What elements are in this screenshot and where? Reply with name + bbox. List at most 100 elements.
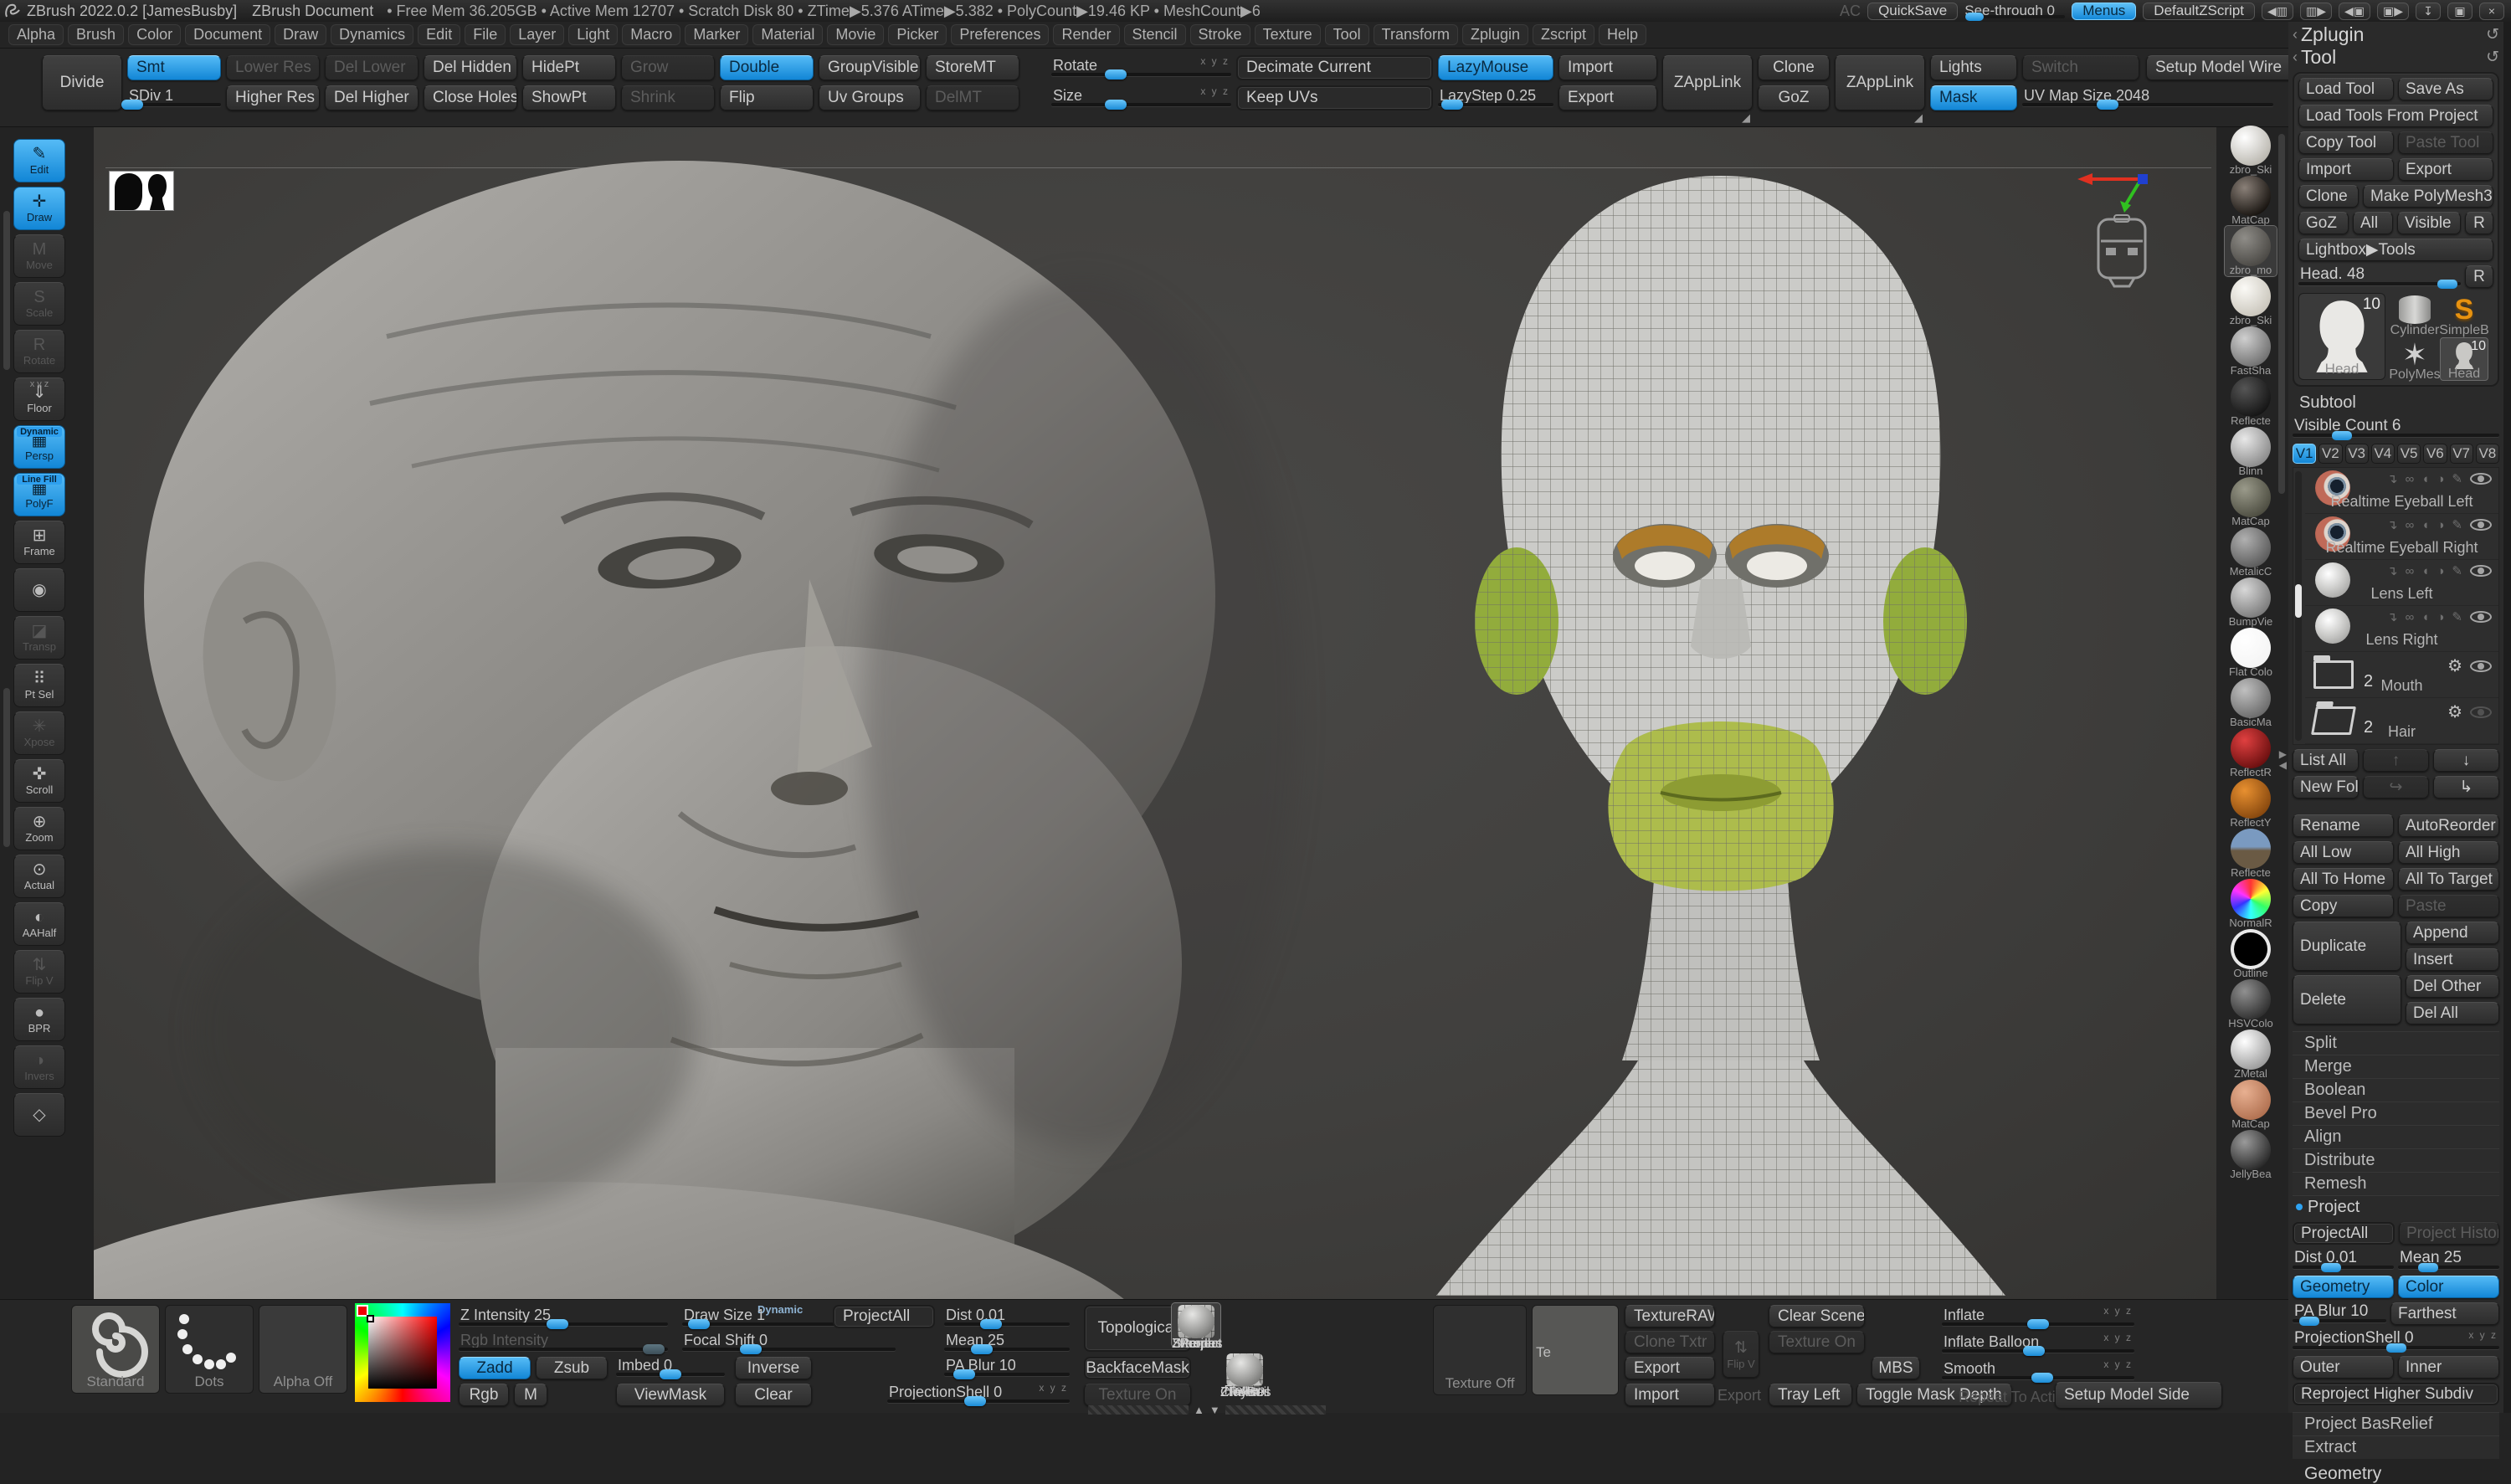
menu-item[interactable]: Material <box>752 24 823 45</box>
folder-gear-icon[interactable]: ⚙ <box>2447 655 2462 676</box>
dock-tool-button[interactable]: ◑ Invers <box>13 1045 65 1089</box>
menu-item[interactable]: Preferences <box>951 24 1049 45</box>
dock-tool-button[interactable]: x y z ⇓ Floor <box>13 377 65 421</box>
size-slider[interactable]: Sizex y z <box>1051 85 1231 110</box>
new-folder-button[interactable]: New Folder <box>2293 776 2359 798</box>
subtool-row[interactable]: ↴ ∞ ◖ ◑ ✎ ⚙ Realtime Eyeball Right <box>2305 514 2498 560</box>
shrink-button[interactable]: Shrink <box>621 85 715 110</box>
material-scrollbar[interactable] <box>2278 134 2285 494</box>
polypaint-brush-icon[interactable]: ✎ <box>2452 517 2462 532</box>
material-scroll-arrows[interactable]: ▶◀ <box>2279 749 2287 771</box>
imbed-slider[interactable]: Imbed 0 <box>616 1355 725 1380</box>
material-swatch[interactable]: MatCap <box>2225 1080 2277 1130</box>
visibility-tab[interactable]: V8 <box>2476 444 2499 464</box>
divide-button[interactable]: Divide <box>42 55 122 110</box>
menu-item[interactable]: Movie <box>827 24 884 45</box>
grow-button[interactable]: Grow <box>621 55 715 80</box>
polypaint-brush-icon[interactable]: ✎ <box>2452 471 2462 486</box>
play-back-icon[interactable]: ◀▥ <box>2262 3 2293 20</box>
dock-tool-button[interactable]: ⊞ Frame <box>13 521 65 564</box>
clone-txtr-button[interactable]: Clone Txtr <box>1625 1331 1715 1353</box>
redo-history-icon[interactable]: ▣▶ <box>2377 3 2409 20</box>
dock-tool-button[interactable]: ◐ AAHalf <box>13 902 65 946</box>
subtool-section-title[interactable]: Subtool <box>2299 393 2499 413</box>
tool-slot-cylinder[interactable]: Cylinder <box>2390 293 2439 336</box>
brush-slot[interactable]: Inflat <box>1220 1352 1269 1395</box>
scroll-down-icon[interactable]: ▼ <box>1209 1404 1220 1416</box>
brush-slot[interactable]: Morph <box>1172 1303 1220 1347</box>
material-swatch[interactable]: NormalR <box>2225 879 2277 929</box>
visibility-tab[interactable]: V2 <box>2318 444 2342 464</box>
subtool-row[interactable]: ↴ ∞ ◖ ◑ ✎ ⚙ Realtime Eyeball Left <box>2305 468 2498 514</box>
polyframe-icon[interactable]: ↴ <box>2387 563 2398 578</box>
material-swatch[interactable]: ReflectY <box>2225 778 2277 829</box>
half-icon[interactable]: ◖ <box>2421 472 2429 486</box>
tool-slot-polymesh-star[interactable]: ✶ PolyMes <box>2390 337 2439 381</box>
dock-divider[interactable] <box>3 211 10 370</box>
alpha-thumbnail[interactable]: Alpha Off <box>259 1305 347 1394</box>
rgb-intensity-slider[interactable]: Rgb Intensity <box>459 1330 668 1355</box>
play-forward-icon[interactable]: ▥▶ <box>2300 3 2332 20</box>
zplugin-palette-header[interactable]: ‹ Zplugin ↺ <box>2293 23 2499 46</box>
right-panel-scrollbar[interactable] <box>2503 22 2511 1413</box>
mask-button[interactable]: Mask <box>1930 85 2017 110</box>
zadd-button[interactable]: Zadd <box>459 1357 531 1379</box>
dock-tool-button[interactable]: R Rotate <box>13 330 65 373</box>
move-up-button[interactable]: ↑ <box>2363 749 2429 772</box>
dock-divider[interactable] <box>3 688 10 847</box>
material-swatch[interactable]: FastSha <box>2225 326 2277 377</box>
polyframe-icon[interactable]: ↴ <box>2387 471 2398 486</box>
list-all-button[interactable]: List All <box>2293 749 2359 772</box>
lower-res-button[interactable]: Lower Res <box>226 55 320 80</box>
menus-toggle-button[interactable]: Menus <box>2072 3 2136 20</box>
current-tool-thumbnail[interactable]: 10 Head <box>2298 293 2385 380</box>
contrast-icon[interactable]: ◑ <box>2437 518 2444 532</box>
del-higher-button[interactable]: Del Higher <box>325 85 418 110</box>
projectall-button[interactable]: ProjectAll <box>2293 1222 2395 1245</box>
material-swatch[interactable]: BumpVie <box>2225 578 2277 628</box>
dock-tool-button[interactable]: ✳ Xpose <box>13 711 65 755</box>
focal-shift-slider[interactable]: Focal Shift 0 <box>682 1330 896 1355</box>
del-all-button[interactable]: Del All <box>2406 1002 2499 1024</box>
uv-map-size-slider[interactable]: UV Map Size 2048 <box>2022 85 2273 110</box>
dock-tool-button[interactable]: Line Fill ▦ PolyF <box>13 473 65 516</box>
duplicate-button[interactable]: Duplicate <box>2293 922 2401 971</box>
tool-r-button[interactable]: R <box>2465 265 2493 288</box>
tool-name-slider[interactable]: Head. 48 <box>2298 265 2461 288</box>
all-low-button[interactable]: All Low <box>2293 841 2394 864</box>
load-tool-button[interactable]: Load Tool <box>2298 78 2394 100</box>
copy-subtool-button[interactable]: Copy <box>2293 895 2394 917</box>
collapsed-section-header[interactable]: Align <box>2293 1125 2499 1148</box>
dist-shelf-slider[interactable]: Dist 0.01 <box>944 1305 1070 1330</box>
material-swatch[interactable]: Reflecte <box>2225 829 2277 879</box>
pair-icon[interactable]: ∞ <box>2406 472 2415 486</box>
material-swatch[interactable]: JellyBea <box>2225 1130 2277 1180</box>
inflate-slider[interactable]: Inflate x y z <box>1942 1305 2134 1330</box>
dock-tool-button[interactable]: ⊙ Actual <box>13 855 65 898</box>
project-history-button[interactable]: Project History <box>2399 1222 2499 1245</box>
zsub-button[interactable]: Zsub <box>536 1357 608 1379</box>
menu-item[interactable]: Edit <box>418 24 460 45</box>
material-swatch[interactable]: Outline <box>2225 929 2277 979</box>
visibility-eye-icon[interactable] <box>2470 519 2492 531</box>
double-button[interactable]: Double <box>720 55 814 80</box>
menu-item[interactable]: Tool <box>1325 24 1369 45</box>
menu-item[interactable]: Macro <box>622 24 680 45</box>
setup-model-side-button[interactable]: Setup Model Side <box>2055 1382 2222 1409</box>
stroke-thumbnail[interactable]: Dots <box>165 1305 254 1394</box>
visibility-eye-icon[interactable] <box>2470 660 2492 672</box>
move-into-button[interactable]: ↳ <box>2433 776 2499 798</box>
visibility-tab[interactable]: V7 <box>2450 444 2473 464</box>
dock-tool-button[interactable]: ◇ <box>13 1093 65 1137</box>
dock-tool-button[interactable]: ⠿ Pt Sel <box>13 664 65 707</box>
all-to-home-button[interactable]: All To Home <box>2293 868 2394 891</box>
tool-slot-simplebrush[interactable]: S SimpleB <box>2440 293 2488 336</box>
smooth-slider[interactable]: Smooth x y z <box>1942 1358 2134 1384</box>
cycle-icon[interactable]: ↺ <box>2486 48 2499 67</box>
zapplink-button-2[interactable]: ZAppLink <box>1835 55 1925 110</box>
mbs-button[interactable]: MBS <box>1872 1357 1920 1379</box>
subtool-row[interactable]: ↴ ∞ ◖ ◑ ✎ ⚙ Lens Right <box>2305 606 2498 652</box>
insert-button[interactable]: Insert <box>2406 948 2499 971</box>
load-tools-from-project-button[interactable]: Load Tools From Project <box>2298 105 2493 127</box>
menu-item[interactable]: Alpha <box>8 24 64 45</box>
